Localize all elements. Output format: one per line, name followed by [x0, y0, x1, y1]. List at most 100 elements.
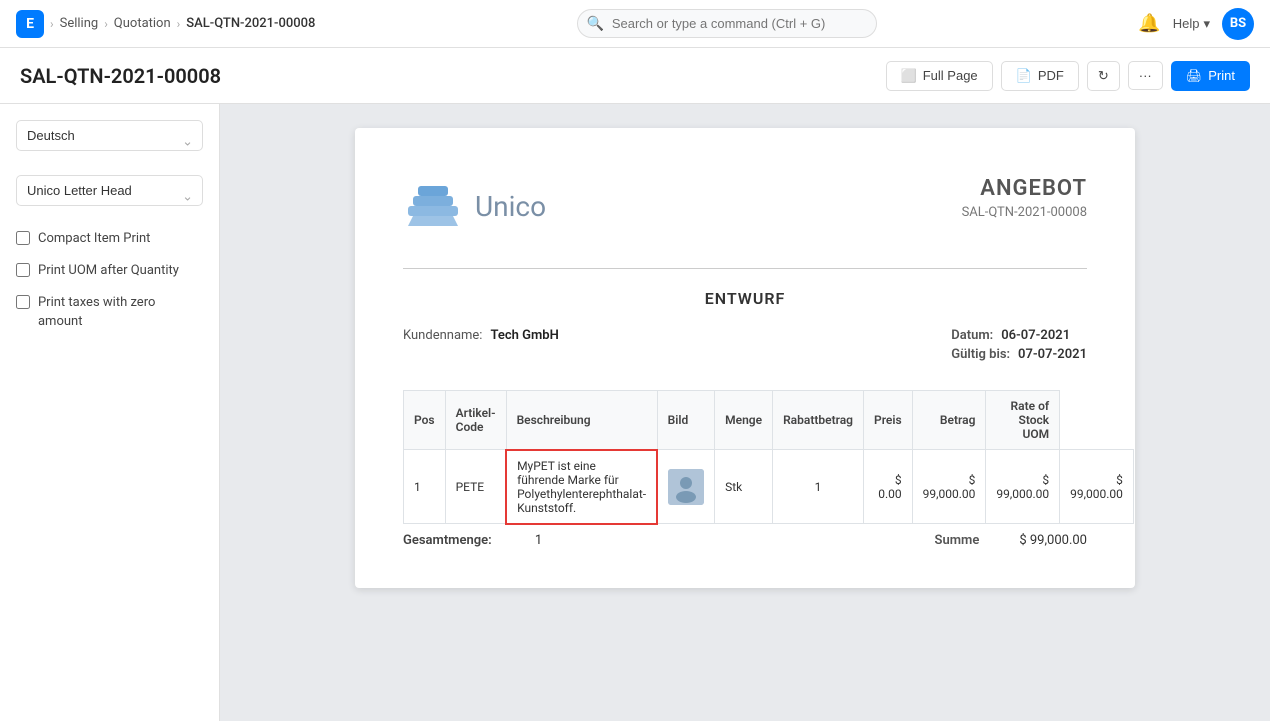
- product-image: [668, 469, 704, 505]
- print-zero-tax-checkbox-wrap[interactable]: Print taxes with zero amount: [16, 294, 203, 330]
- cell-artikel: PETE: [445, 450, 506, 524]
- table-body: 1 PETE MyPET ist eine führende Marke für…: [404, 450, 1134, 524]
- document-page: Unico ANGEBOT SAL-QTN-2021-00008 ENTWURF…: [355, 128, 1135, 588]
- compact-item-print-label: Compact Item Print: [38, 230, 150, 248]
- document-logo: Unico: [403, 176, 546, 236]
- meta-dates: Datum: 06-07-2021 Gültig bis: 07-07-2021: [951, 328, 1087, 366]
- app-icon[interactable]: E: [16, 10, 44, 38]
- sep-3: ›: [177, 17, 181, 31]
- refresh-icon: ↻: [1098, 68, 1109, 84]
- breadcrumb-area: E › Selling › Quotation › SAL-QTN-2021-0…: [16, 10, 315, 38]
- search-icon: 🔍: [587, 16, 604, 32]
- footer-gesamtmenge: Gesamtmenge: 1: [403, 533, 542, 548]
- document-number: SAL-QTN-2021-00008: [962, 205, 1087, 220]
- page-title: SAL-QTN-2021-00008: [20, 64, 221, 88]
- top-navigation: E › Selling › Quotation › SAL-QTN-2021-0…: [0, 0, 1270, 48]
- cell-rabatt: $ 0.00: [864, 450, 913, 524]
- sidebar: Deutsch English Unico Letter Head None C…: [0, 104, 220, 721]
- cell-pos: 1: [404, 450, 446, 524]
- document-header: Unico ANGEBOT SAL-QTN-2021-00008: [403, 176, 1087, 236]
- print-label: Print: [1208, 68, 1235, 83]
- checkbox-group: Compact Item Print Print UOM after Quant…: [16, 230, 203, 331]
- full-page-label: Full Page: [923, 68, 978, 83]
- print-zero-tax-label: Print taxes with zero amount: [38, 294, 203, 330]
- cell-menge-unit: Stk: [715, 450, 773, 524]
- print-uom-checkbox-wrap[interactable]: Print UOM after Quantity: [16, 262, 203, 280]
- document-divider: [403, 268, 1087, 269]
- sep-1: ›: [50, 17, 54, 31]
- col-artikel: Artikel-Code: [445, 391, 506, 450]
- document-type-block: ANGEBOT SAL-QTN-2021-00008: [962, 176, 1087, 220]
- search-input[interactable]: [577, 9, 877, 38]
- page-header: SAL-QTN-2021-00008 ⬜ Full Page 📄 PDF ↻ ·…: [0, 48, 1270, 104]
- notification-button[interactable]: 🔔: [1138, 13, 1160, 34]
- logo-text: Unico: [475, 190, 546, 223]
- valid-value: 07-07-2021: [1018, 347, 1087, 362]
- pdf-button[interactable]: 📄 PDF: [1001, 61, 1079, 91]
- summe-value: $ 99,000.00: [1019, 533, 1087, 548]
- document-status: ENTWURF: [403, 289, 1087, 308]
- document-footer: Gesamtmenge: 1 Summe $ 99,000.00: [403, 533, 1087, 548]
- breadcrumb-current: SAL-QTN-2021-00008: [186, 16, 315, 31]
- date-label: Datum:: [951, 328, 993, 343]
- customer-label: Kundenname:: [403, 328, 482, 343]
- print-uom-label: Print UOM after Quantity: [38, 262, 179, 280]
- print-zero-tax-checkbox[interactable]: [16, 295, 30, 309]
- main-layout: Deutsch English Unico Letter Head None C…: [0, 104, 1270, 721]
- more-icon: ···: [1139, 68, 1152, 83]
- cell-betrag: $ 99,000.00: [986, 450, 1060, 524]
- language-select[interactable]: Deutsch English: [16, 120, 203, 151]
- table-row: 1 PETE MyPET ist eine führende Marke für…: [404, 450, 1134, 524]
- compact-item-print-checkbox-wrap[interactable]: Compact Item Print: [16, 230, 203, 248]
- date-value: 06-07-2021: [1001, 328, 1070, 343]
- breadcrumb-quotation[interactable]: Quotation: [114, 16, 171, 31]
- cell-beschreibung: MyPET ist eine führende Marke für Polyet…: [506, 450, 657, 524]
- help-chevron-icon: ▾: [1203, 16, 1210, 32]
- footer-summe: Summe $ 99,000.00: [935, 533, 1087, 548]
- avatar[interactable]: BS: [1222, 8, 1254, 40]
- gesamtmenge-label: Gesamtmenge:: [403, 533, 492, 548]
- print-uom-checkbox[interactable]: [16, 263, 30, 277]
- summe-row: Summe $ 99,000.00: [935, 533, 1087, 548]
- col-beschreibung: Beschreibung: [506, 391, 657, 450]
- pdf-icon: 📄: [1016, 68, 1032, 84]
- full-page-icon: ⬜: [901, 68, 917, 84]
- date-row: Datum: 06-07-2021: [951, 328, 1087, 343]
- letterhead-select-wrap: Unico Letter Head None: [16, 175, 203, 218]
- customer-row: Kundenname: Tech GmbH: [403, 328, 559, 343]
- refresh-button[interactable]: ↻: [1087, 61, 1120, 91]
- valid-label: Gültig bis:: [951, 347, 1010, 362]
- summe-label: Summe: [935, 533, 980, 548]
- print-icon: 🖨: [1186, 68, 1203, 84]
- col-betrag: Betrag: [912, 391, 986, 450]
- cell-bild: [657, 450, 715, 524]
- language-select-wrap: Deutsch English: [16, 120, 203, 163]
- col-rabatt: Rabattbetrag: [773, 391, 864, 450]
- print-button[interactable]: 🖨 Print: [1171, 61, 1250, 91]
- topnav-right-area: 🔔 Help ▾ BS: [1138, 8, 1254, 40]
- customer-value: Tech GmbH: [490, 328, 558, 343]
- breadcrumb-selling[interactable]: Selling: [60, 16, 99, 31]
- cell-preis: $ 99,000.00: [912, 450, 986, 524]
- table-header-row: Pos Artikel-Code Beschreibung Bild Menge…: [404, 391, 1134, 450]
- header-actions: ⬜ Full Page 📄 PDF ↻ ··· 🖨 Print: [886, 61, 1250, 91]
- meta-customer: Kundenname: Tech GmbH: [403, 328, 559, 366]
- logo-icon: [403, 176, 463, 236]
- preview-area: Unico ANGEBOT SAL-QTN-2021-00008 ENTWURF…: [220, 104, 1270, 721]
- valid-row: Gültig bis: 07-07-2021: [951, 347, 1087, 362]
- cell-rate-stock: $ 99,000.00: [1060, 450, 1134, 524]
- pdf-label: PDF: [1038, 68, 1064, 83]
- document-type: ANGEBOT: [962, 176, 1087, 201]
- help-label: Help: [1173, 16, 1200, 31]
- col-menge: Menge: [715, 391, 773, 450]
- more-button[interactable]: ···: [1128, 61, 1163, 90]
- compact-item-print-checkbox[interactable]: [16, 231, 30, 245]
- col-bild: Bild: [657, 391, 715, 450]
- sep-2: ›: [104, 17, 108, 31]
- product-image-svg: [668, 469, 704, 505]
- full-page-button[interactable]: ⬜ Full Page: [886, 61, 993, 91]
- help-button[interactable]: Help ▾: [1173, 16, 1210, 32]
- gesamtmenge-value: 1: [535, 533, 542, 548]
- letterhead-select[interactable]: Unico Letter Head None: [16, 175, 203, 206]
- table-header: Pos Artikel-Code Beschreibung Bild Menge…: [404, 391, 1134, 450]
